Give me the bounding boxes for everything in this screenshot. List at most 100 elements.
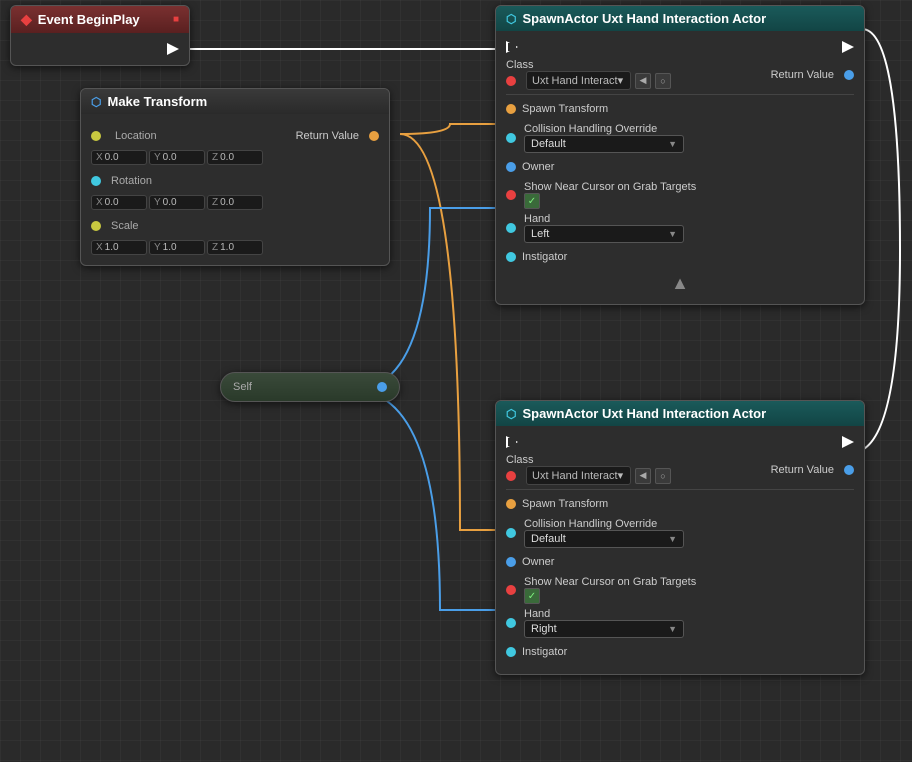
self-out-pin[interactable] [377, 382, 387, 392]
exec-out-pin[interactable] [167, 43, 179, 55]
scale-x-field[interactable]: X1.0 [91, 240, 147, 255]
spawn1-class-return-row: Class Uxt Hand Interact▾ ◀ ○ Return Valu… [506, 59, 854, 90]
spawn2-hand-row: Hand Right ▼ [506, 608, 854, 638]
spawn1-spawntransform-pin[interactable] [506, 104, 516, 114]
rotation-z-field[interactable]: Z0.0 [207, 195, 263, 210]
spawn1-collision-arrow: ▼ [668, 139, 677, 149]
location-xyz-row: X0.0 Y0.0 Z0.0 [91, 150, 379, 165]
spawn1-instigator-pin[interactable] [506, 252, 516, 262]
spawn1-class-pin[interactable] [506, 76, 516, 86]
rotation-pin[interactable] [91, 176, 101, 186]
spawn2-exec-in[interactable] [506, 436, 518, 448]
spawn2-show-near-cursor-row: Show Near Cursor on Grab Targets ✓ [506, 576, 854, 604]
spawn2-collision-row: Collision Handling Override Default ▼ [506, 518, 854, 548]
spawn1-hand-pin[interactable] [506, 223, 516, 233]
spawn1-collision-row: Collision Handling Override Default ▼ [506, 123, 854, 153]
spawn2-class-input[interactable]: Uxt Hand Interact▾ [526, 466, 631, 485]
scale-z-field[interactable]: Z1.0 [207, 240, 263, 255]
exec-row [21, 41, 179, 57]
spawn2-hand-dropdown[interactable]: Right ▼ [524, 620, 684, 638]
location-z-field[interactable]: Z0.0 [207, 150, 263, 165]
spawn2-class-return-row: Class Uxt Hand Interact▾ ◀ ○ Return Valu… [506, 454, 854, 485]
rotation-x-field[interactable]: X0.0 [91, 195, 147, 210]
spawn2-collision-dropdown[interactable]: Default ▼ [524, 530, 684, 548]
spawn1-exec-in[interactable] [506, 41, 518, 53]
event-begin-play-body [11, 33, 189, 65]
spawn2-class-browse-btn[interactable]: ◀ [635, 468, 651, 484]
spawn2-class-pin[interactable] [506, 471, 516, 481]
spawn1-class-clear-btn[interactable]: ○ [655, 73, 671, 89]
spawn1-show-cursor-label: Show Near Cursor on Grab Targets [524, 181, 854, 193]
spawn2-class-label: Class [506, 454, 671, 466]
spawn2-class-input-row: Uxt Hand Interact▾ ◀ ○ [506, 466, 671, 485]
spawn1-exec-row [506, 39, 854, 55]
spawn1-hand-dropdown[interactable]: Left ▼ [524, 225, 684, 243]
spawn1-show-cursor-checkbox[interactable]: ✓ [524, 193, 540, 209]
spawn2-return-pin[interactable] [844, 465, 854, 475]
scale-row: Scale [91, 216, 379, 236]
spawn2-exec-out[interactable] [842, 436, 854, 448]
spawn1-owner-pin[interactable] [506, 162, 516, 172]
spawn2-spawn-transform-label: Spawn Transform [522, 498, 854, 510]
spawn2-show-cursor-checkbox[interactable]: ✓ [524, 588, 540, 604]
spawn2-collision-arrow: ▼ [668, 534, 677, 544]
spawn2-instigator-row: Instigator [506, 642, 854, 662]
event-begin-play-title: Event BeginPlay [38, 12, 140, 27]
spawn2-show-cursor-pin[interactable] [506, 585, 516, 595]
location-pin[interactable] [91, 131, 101, 141]
spawn1-instigator-label: Instigator [522, 251, 854, 263]
return-value-pin[interactable] [369, 131, 379, 141]
make-transform-body: Location Return Value X0.0 Y0.0 Z0.0 Rot… [81, 114, 389, 265]
spawn1-class-label: Class [506, 59, 671, 71]
rotation-y-field[interactable]: Y0.0 [149, 195, 205, 210]
spawn1-class-input[interactable]: Uxt Hand Interact▾ [526, 71, 631, 90]
make-transform-title: Make Transform [107, 94, 207, 109]
scale-xyz-row: X1.0 Y1.0 Z1.0 [91, 240, 379, 255]
event-begin-play-node: ◆ Event BeginPlay ■ [10, 5, 190, 66]
spawn1-collision-pin[interactable] [506, 133, 516, 143]
scale-label: Scale [111, 220, 139, 232]
spawn2-owner-pin[interactable] [506, 557, 516, 567]
spawn2-exec-row [506, 434, 854, 450]
rotation-row: Rotation [91, 171, 379, 191]
return-value-label: Return Value [296, 130, 359, 142]
spawn2-owner-label: Owner [522, 556, 854, 568]
spawn1-collision-dropdown[interactable]: Default ▼ [524, 135, 684, 153]
spawn1-spawn-transform-label: Spawn Transform [522, 103, 854, 115]
spawn2-owner-row: Owner [506, 552, 854, 572]
rotation-label: Rotation [111, 175, 152, 187]
spawn2-collision-pin[interactable] [506, 528, 516, 538]
spawn1-instigator-row: Instigator [506, 247, 854, 267]
location-label: Location [115, 130, 157, 142]
spawn1-show-near-cursor-row: Show Near Cursor on Grab Targets ✓ [506, 181, 854, 209]
spawn2-hand-pin[interactable] [506, 618, 516, 628]
spawn1-collision-label: Collision Handling Override [524, 123, 854, 135]
spawn2-instigator-pin[interactable] [506, 647, 516, 657]
spawn2-class-clear-btn[interactable]: ○ [655, 468, 671, 484]
spawn-actor-1-node: ⬡ SpawnActor Uxt Hand Interaction Actor … [495, 5, 865, 305]
self-node: Self [220, 372, 400, 402]
spawn2-show-cursor-label: Show Near Cursor on Grab Targets [524, 576, 854, 588]
spawn1-hand-row: Hand Left ▼ [506, 213, 854, 243]
close-icon[interactable]: ■ [173, 14, 179, 25]
spawn1-spawn-transform-row: Spawn Transform [506, 99, 854, 119]
spawn-icon-1: ⬡ [506, 12, 516, 26]
event-begin-play-header: ◆ Event BeginPlay ■ [11, 6, 189, 33]
self-node-body: Self [221, 373, 399, 401]
spawn1-hand-arrow: ▼ [668, 229, 677, 239]
spawn2-hand-arrow: ▼ [668, 624, 677, 634]
spawn1-show-cursor-pin[interactable] [506, 190, 516, 200]
spawn2-return-label: Return Value [771, 464, 834, 476]
spawn1-class-input-row: Uxt Hand Interact▾ ◀ ○ [506, 71, 671, 90]
spawn-actor-2-body: Class Uxt Hand Interact▾ ◀ ○ Return Valu… [496, 426, 864, 674]
spawn1-exec-out[interactable] [842, 41, 854, 53]
scale-pin[interactable] [91, 221, 101, 231]
scale-y-field[interactable]: Y1.0 [149, 240, 205, 255]
spawn-actor-2-title: SpawnActor Uxt Hand Interaction Actor [522, 406, 766, 421]
spawn1-return-pin[interactable] [844, 70, 854, 80]
spawn2-spawntransform-pin[interactable] [506, 499, 516, 509]
spawn-actor-1-header: ⬡ SpawnActor Uxt Hand Interaction Actor [496, 6, 864, 31]
spawn1-class-browse-btn[interactable]: ◀ [635, 73, 651, 89]
location-x-field[interactable]: X0.0 [91, 150, 147, 165]
location-y-field[interactable]: Y0.0 [149, 150, 205, 165]
